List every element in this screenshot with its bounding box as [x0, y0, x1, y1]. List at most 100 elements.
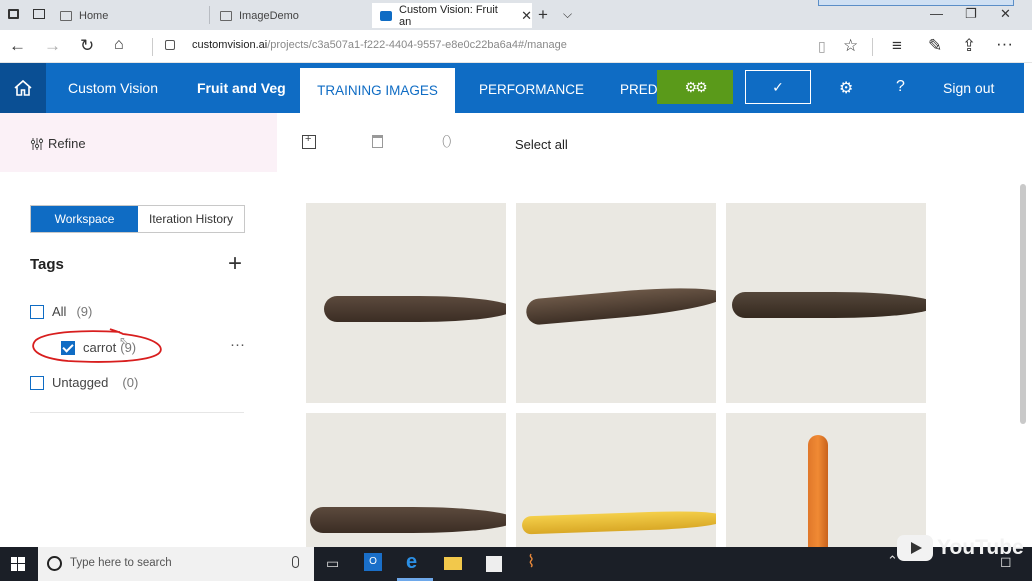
tag-item-all[interactable]: All (9): [30, 304, 92, 319]
close-tab-icon[interactable]: ✕: [521, 8, 532, 24]
new-tab-icon[interactable]: +: [538, 5, 548, 25]
browser-tab-custom-vision[interactable]: Custom Vision: Fruit an ✕: [372, 3, 532, 28]
profile-strip: [818, 0, 1014, 6]
reading-view-icon[interactable]: ▯: [818, 38, 826, 55]
train-button[interactable]: ⚙⚙: [657, 70, 733, 104]
project-name[interactable]: Fruit and Veg: [197, 80, 286, 96]
tag-count: (0): [122, 375, 139, 390]
image-toolbar: + ⬯ Select all: [277, 113, 1024, 172]
annotation-ellipse: [32, 328, 162, 363]
home-button[interactable]: [0, 63, 46, 113]
pen-icon[interactable]: ✎: [928, 36, 942, 56]
gears-icon: ⚙⚙: [684, 78, 707, 95]
mouse-cursor-icon: ⇖: [119, 334, 130, 348]
training-image-thumbnail[interactable]: [516, 413, 716, 547]
tags-heading: Tags: [30, 256, 64, 273]
page-icon: [220, 10, 232, 21]
brand-name[interactable]: Custom Vision: [68, 80, 158, 96]
browser-tab-strip: Home ImageDemo Custom Vision: Fruit an ✕…: [0, 0, 1032, 30]
training-image-thumbnail[interactable]: [726, 203, 926, 403]
chevron-down-icon[interactable]: ⌵: [563, 7, 572, 22]
hub-icon[interactable]: ≡: [892, 36, 902, 56]
more-icon[interactable]: ···: [996, 34, 1013, 54]
file-explorer-icon[interactable]: [444, 557, 462, 570]
custom-vision-favicon: [380, 10, 392, 21]
carrot-photo: [732, 292, 926, 318]
scrollbar-thumb[interactable]: [1020, 184, 1026, 424]
share-icon[interactable]: ⇪: [962, 36, 976, 56]
back-icon[interactable]: ←: [9, 36, 26, 56]
carrot-photo: [521, 509, 716, 535]
delete-trash-icon[interactable]: [372, 135, 383, 148]
app-header: Custom Vision Fruit and Veg TRAINING IMA…: [0, 63, 1024, 113]
youtube-logo-icon: [897, 535, 933, 561]
forward-icon[interactable]: →: [44, 36, 61, 56]
set-aside-tabs-icon[interactable]: [33, 9, 45, 19]
tab-label: Custom Vision: Fruit an: [399, 3, 498, 28]
tag-count: (9): [76, 304, 93, 319]
youtube-watermark: YouTube: [897, 535, 1024, 561]
refresh-icon[interactable]: ↻: [80, 36, 94, 56]
close-window-icon[interactable]: ✕: [1000, 6, 1011, 22]
microphone-icon[interactable]: [292, 556, 299, 568]
add-tag-icon[interactable]: +: [228, 250, 242, 278]
vertical-scrollbar[interactable]: [1016, 172, 1032, 547]
tag-label: All: [52, 304, 67, 319]
settings-gear-icon[interactable]: ⚙: [839, 78, 853, 98]
taskbar-search-box[interactable]: Type here to search: [38, 547, 314, 581]
workspace-tab[interactable]: Workspace: [31, 206, 138, 232]
add-images-icon[interactable]: +: [302, 133, 316, 149]
refine-button[interactable]: Refine: [30, 136, 86, 151]
tag-icon[interactable]: ⬯: [442, 133, 451, 150]
tab-label: Home: [79, 9, 109, 22]
tab-training-images[interactable]: TRAINING IMAGES: [300, 68, 455, 113]
tab-performance[interactable]: PERFORMANCE: [479, 82, 584, 97]
tag-checkbox[interactable]: [30, 375, 44, 390]
tag-more-icon[interactable]: ···: [230, 336, 245, 353]
tag-item-untagged[interactable]: Untagged (0): [30, 375, 138, 390]
tab-predictions[interactable]: PREDI: [620, 82, 661, 97]
search-placeholder: Type here to search: [70, 557, 172, 569]
carrot-photo: [310, 507, 506, 533]
filter-sliders-icon: [30, 137, 44, 150]
windows-taskbar: Type here to search ▭ O e ⌇ ⌃ ◻: [0, 547, 1032, 581]
tag-checkbox[interactable]: [30, 304, 44, 319]
select-all-button[interactable]: Select all: [515, 137, 568, 152]
outlook-icon[interactable]: O: [364, 553, 382, 571]
url-field[interactable]: customvision.ai/projects/c3a507a1-f222-4…: [192, 39, 567, 51]
sign-out-link[interactable]: Sign out: [943, 80, 994, 96]
home-icon: [14, 79, 32, 96]
edge-browser-icon[interactable]: e: [406, 551, 417, 574]
view-toggle: Workspace Iteration History: [30, 205, 245, 233]
youtube-wordmark: YouTube: [937, 536, 1024, 559]
training-image-thumbnail[interactable]: [306, 203, 506, 403]
browser-tab-imagedemo[interactable]: ImageDemo: [212, 3, 368, 28]
tab-label: ImageDemo: [239, 9, 299, 22]
browser-tab-home[interactable]: Home: [52, 3, 208, 28]
app-pinned-icon[interactable]: ⌇: [527, 552, 535, 572]
tab-actions-icon[interactable]: [8, 9, 19, 19]
quick-test-button[interactable]: ✓: [745, 70, 811, 104]
carrot-photo: [525, 282, 716, 326]
restore-icon[interactable]: ❐: [965, 6, 977, 22]
refine-area: Refine: [0, 113, 277, 172]
lock-icon: [165, 40, 175, 50]
help-icon[interactable]: ?: [896, 78, 905, 96]
home-icon[interactable]: ⌂: [114, 36, 124, 54]
task-view-icon[interactable]: ▭: [326, 555, 339, 572]
iteration-history-tab[interactable]: Iteration History: [138, 206, 244, 232]
carrot-photo: [808, 435, 828, 547]
training-image-thumbnail[interactable]: [726, 413, 926, 547]
favorite-star-icon[interactable]: ☆: [843, 36, 858, 56]
windows-start-icon[interactable]: [11, 557, 25, 571]
minimize-icon[interactable]: —: [930, 6, 943, 21]
training-image-thumbnail[interactable]: [516, 203, 716, 403]
address-bar: ← → ↻ ⌂ customvision.ai/projects/c3a507a…: [0, 30, 1032, 63]
panel-divider: [30, 412, 244, 413]
refine-label: Refine: [48, 136, 86, 151]
carrot-photo: [324, 296, 506, 322]
tag-label: Untagged: [52, 375, 109, 390]
page-icon: [60, 10, 72, 21]
training-image-thumbnail[interactable]: [306, 413, 506, 547]
store-icon[interactable]: [486, 556, 502, 572]
